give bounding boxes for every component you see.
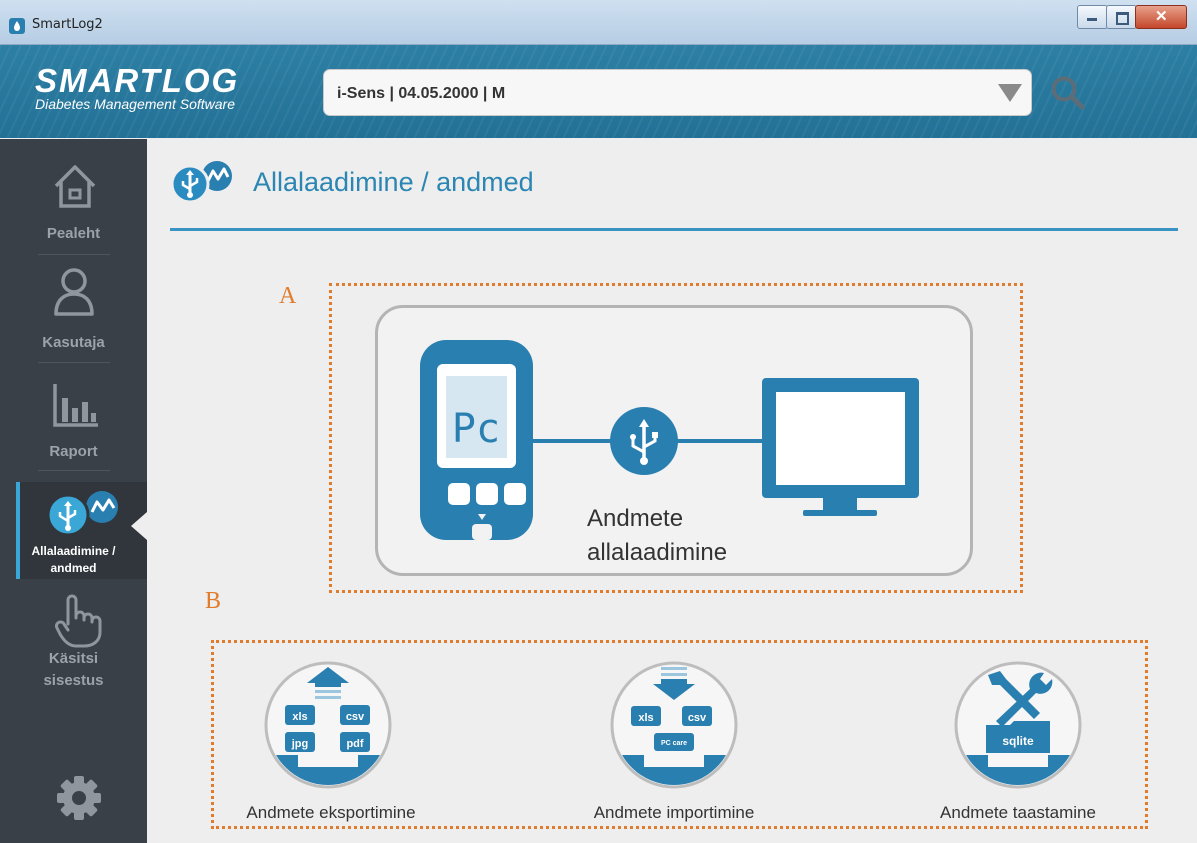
download-label: allalaadimine <box>587 539 728 566</box>
sidebar-item-kasutaja[interactable]: Kasutaja <box>0 262 147 362</box>
brand-tagline: Diabetes Management Software <box>35 96 235 112</box>
divider <box>38 470 110 471</box>
sidebar-item-label: Allalaadimine / <box>31 544 116 558</box>
import-icon: xls csv PC care <box>610 661 738 789</box>
import-data-button[interactable]: xls csv PC care Andmete importimine <box>544 655 804 830</box>
chart-icon <box>53 384 98 427</box>
maximize-button[interactable] <box>1106 5 1137 29</box>
restore-data-button[interactable]: sqlite Andmete taastamine <box>888 655 1148 830</box>
computer-monitor-icon <box>762 378 919 516</box>
user-icon <box>54 268 94 316</box>
sidebar-item-label: Käsitsi <box>48 650 99 667</box>
brand-logo: SMARTLOG <box>35 62 240 99</box>
gear-icon[interactable] <box>55 774 103 822</box>
annotation-label-b: B <box>205 588 222 614</box>
close-button[interactable]: ✕ <box>1135 5 1187 29</box>
sidebar-item-pealeht[interactable]: Pealeht <box>0 155 147 255</box>
sidebar-item-label: Pealeht <box>46 225 101 242</box>
export-tag-csv: csv <box>346 711 365 723</box>
sidebar-item-label: Raport <box>49 443 98 460</box>
download-data-icon <box>170 161 232 204</box>
export-icon: xls csv jpg pdf <box>264 661 392 789</box>
download-label: Andmete <box>587 505 684 532</box>
home-icon <box>54 165 96 208</box>
restore-tag-sqlite: sqlite <box>1002 734 1034 748</box>
divider <box>38 254 110 255</box>
search-icon[interactable] <box>1049 74 1087 112</box>
sidebar-item-label: Kasutaja <box>42 334 105 351</box>
download-data-icon <box>46 491 118 537</box>
sidebar-item-label: andmed <box>50 561 97 575</box>
page-title: Allalaadimine / andmed <box>253 167 534 197</box>
export-tag-pdf: pdf <box>346 738 363 750</box>
export-data-button[interactable]: xls csv jpg pdf Andmete eksportimine <box>200 655 460 830</box>
restore-icon: sqlite <box>954 661 1082 789</box>
active-indicator <box>131 512 147 540</box>
title-divider <box>170 228 1178 231</box>
import-tag-pc-care: PC care <box>661 740 687 747</box>
minimize-button[interactable] <box>1077 5 1108 29</box>
patient-selector[interactable]: i-Sens | 04.05.2000 | M <box>323 69 1032 116</box>
import-tag-xls: xls <box>638 712 653 724</box>
import-label: Andmete importimine <box>593 803 755 822</box>
window-title: SmartLog2 <box>32 17 103 32</box>
export-tag-xls: xls <box>292 711 307 723</box>
sidebar-item-raport[interactable]: Raport <box>0 372 147 472</box>
annotation-label-a: A <box>279 283 297 309</box>
sidebar-item-kasitsi-sisestus[interactable]: Käsitsi sisestus <box>0 590 147 690</box>
export-label: Andmete eksportimine <box>246 803 416 822</box>
meter-display-text: Pc <box>452 406 500 452</box>
restore-label: Andmete taastamine <box>940 803 1096 822</box>
patient-selector-value: i-Sens | 04.05.2000 | M <box>337 85 506 102</box>
app-icon <box>9 18 25 34</box>
hand-pointer-icon <box>55 594 102 648</box>
close-icon: ✕ <box>1155 8 1168 25</box>
window-titlebar <box>0 0 1197 45</box>
dropdown-arrow-icon[interactable] <box>998 84 1022 102</box>
export-tag-jpg: jpg <box>291 738 309 750</box>
sidebar-item-label: sisestus <box>43 672 104 689</box>
import-tag-csv: csv <box>688 712 707 724</box>
divider <box>38 362 110 363</box>
